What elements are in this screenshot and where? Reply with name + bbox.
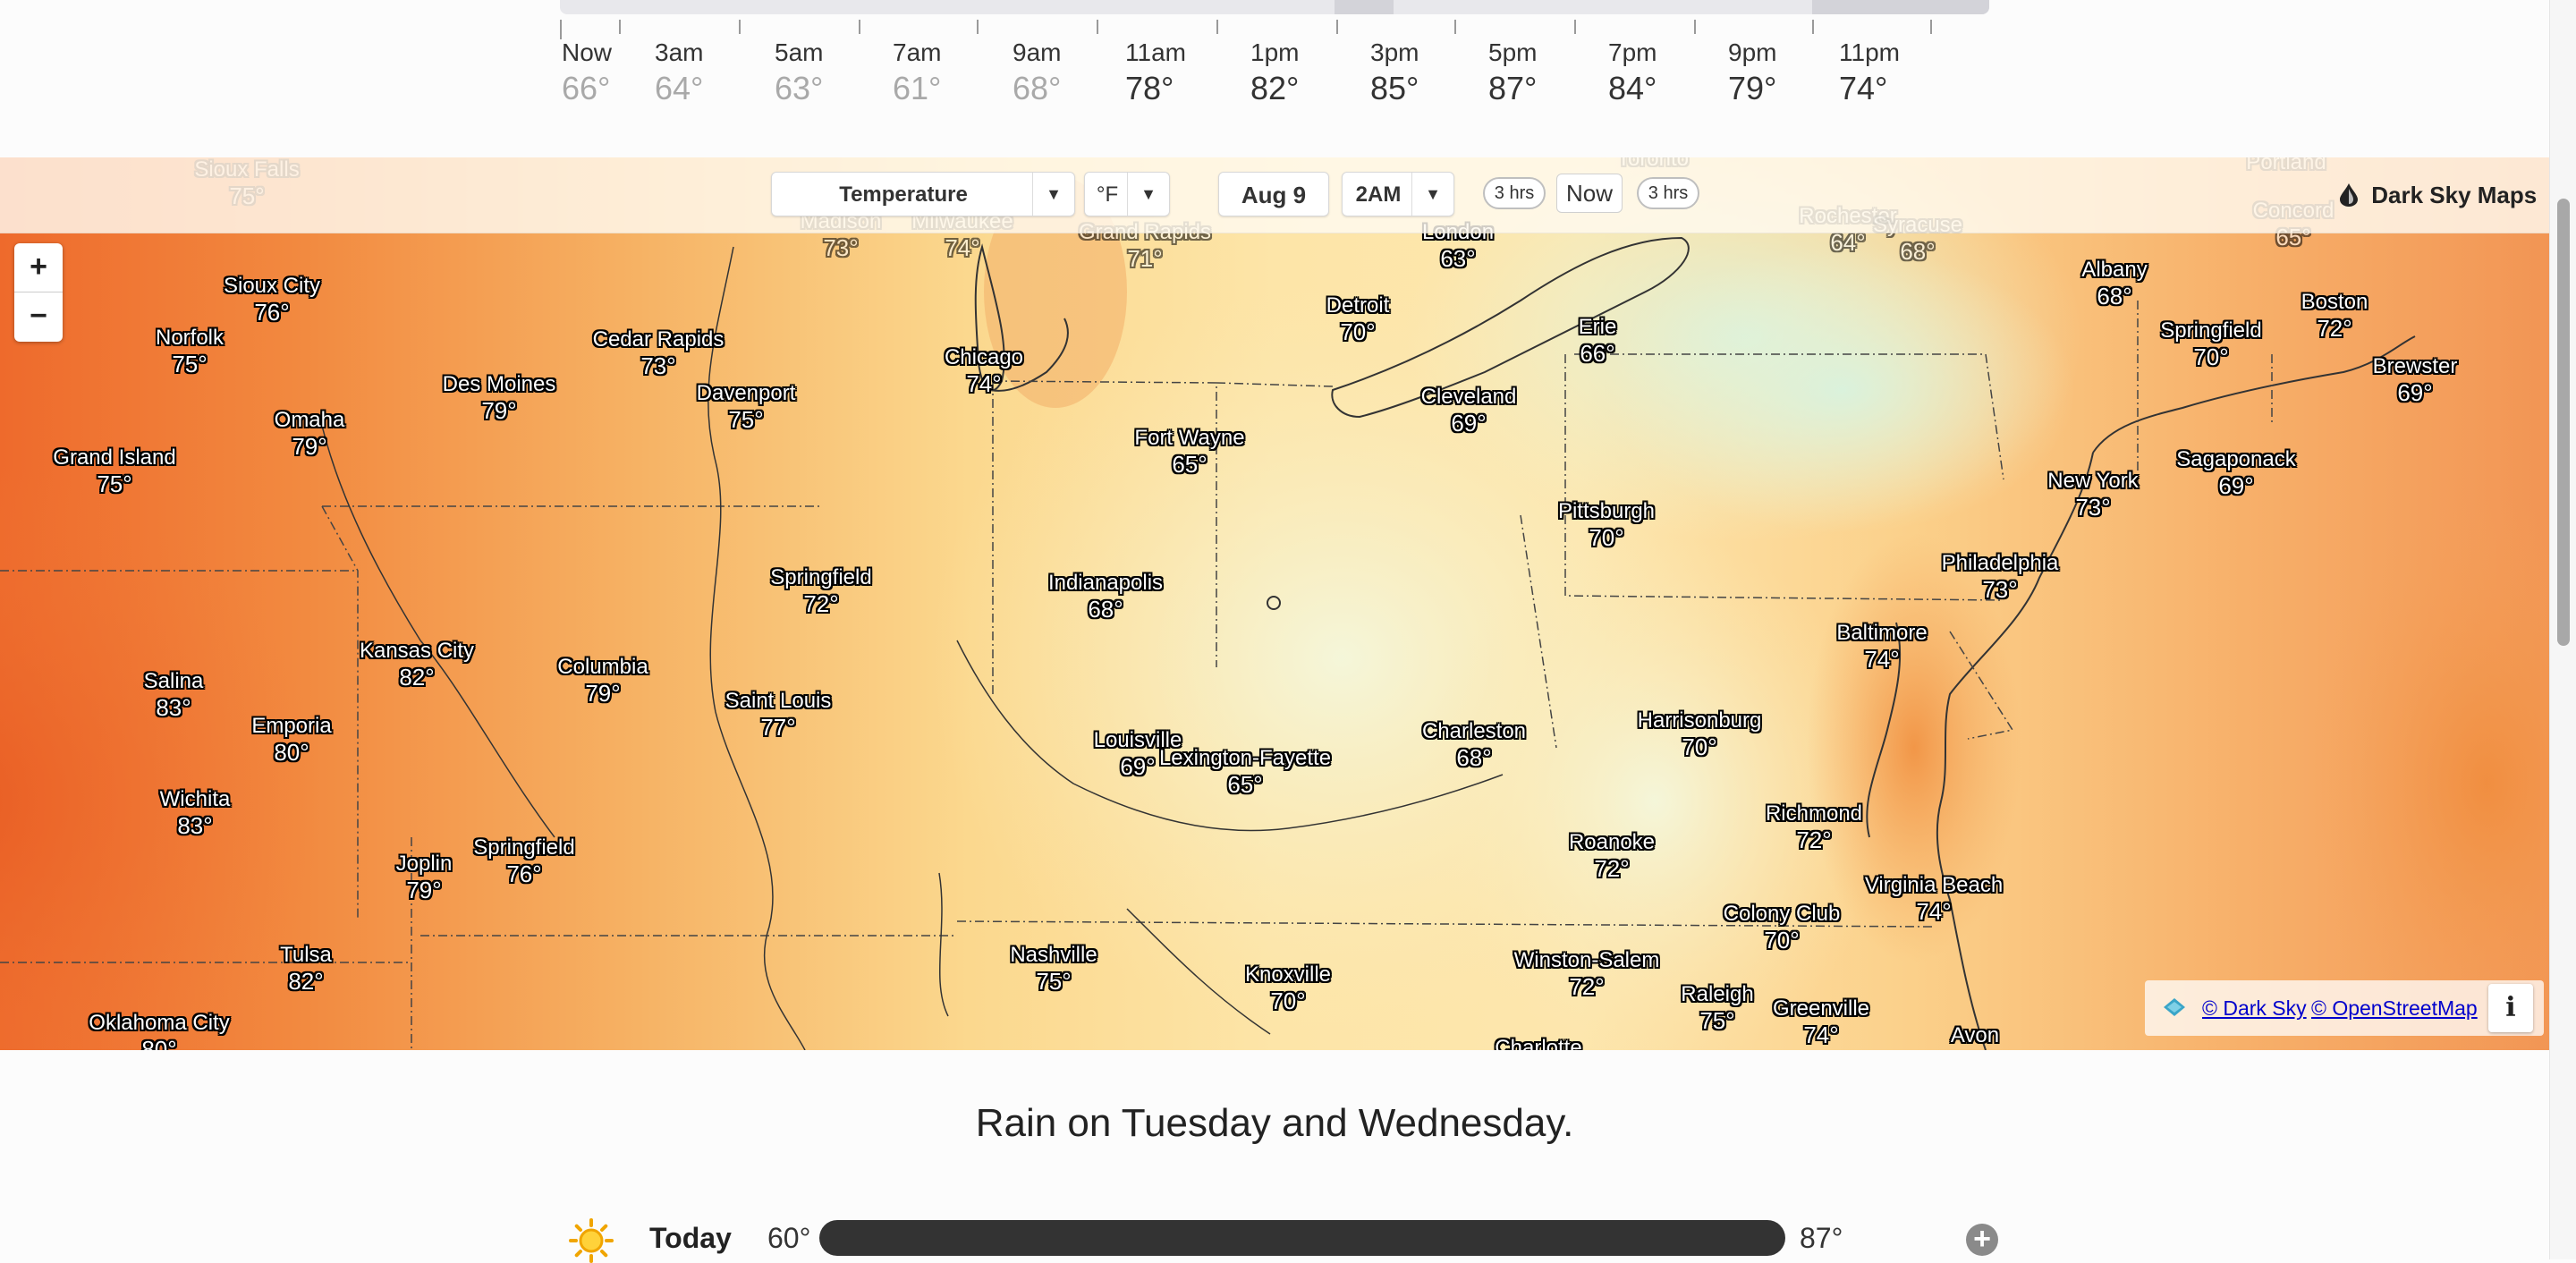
day-high-temp: 87° bbox=[1800, 1222, 1843, 1254]
hour-label: 5am bbox=[775, 38, 824, 66]
temperature-range-bar bbox=[819, 1220, 1785, 1256]
zoom-out-button[interactable]: − bbox=[14, 292, 63, 341]
current-location-marker bbox=[1267, 596, 1281, 610]
hour-label: 11pm bbox=[1839, 38, 1900, 66]
expand-day-button[interactable]: + bbox=[1966, 1224, 1998, 1256]
unit-select-value: °F bbox=[1096, 182, 1119, 207]
hour-label: 9pm bbox=[1728, 38, 1777, 66]
chevron-down-icon: ▼ bbox=[1127, 173, 1169, 216]
timeline-tick bbox=[1336, 20, 1338, 34]
timeline-tick bbox=[1930, 20, 1932, 34]
unit-select[interactable]: °F ▼ bbox=[1084, 172, 1170, 216]
map-info-button[interactable]: i bbox=[2488, 984, 2533, 1032]
timeline-tick bbox=[1812, 20, 1814, 34]
layer-select-value: Temperature bbox=[839, 182, 968, 207]
now-button[interactable]: Now bbox=[1556, 174, 1623, 213]
hour-temperature: 85° bbox=[1370, 70, 1419, 106]
hour-item: 7pm 84° bbox=[1608, 36, 1657, 107]
hour-label: 9am bbox=[1013, 38, 1062, 66]
hour-item: 5am 63° bbox=[775, 36, 823, 107]
hour-temperature: 78° bbox=[1125, 70, 1174, 106]
hour-item: 5pm 87° bbox=[1488, 36, 1537, 107]
timeline-bar-segment bbox=[1812, 0, 1989, 14]
map-attribution: © Dark Sky © OpenStreetMap bbox=[2145, 980, 2544, 1036]
timeline-ticks bbox=[560, 20, 1989, 39]
date-value: Aug 9 bbox=[1241, 182, 1307, 208]
hour-temperature: 87° bbox=[1488, 70, 1538, 106]
hour-item: 3pm 85° bbox=[1370, 36, 1419, 107]
page-scrollbar[interactable] bbox=[2549, 0, 2576, 1259]
timeline-tick bbox=[1454, 20, 1456, 34]
hour-temperature: 61° bbox=[893, 70, 942, 106]
hour-label: 7am bbox=[893, 38, 942, 66]
date-select[interactable]: Aug 9 bbox=[1218, 172, 1329, 216]
raindrop-logo-icon bbox=[2340, 183, 2358, 207]
hour-label: 1pm bbox=[1250, 38, 1300, 66]
daily-forecast-row[interactable]: Today 60° 87° + bbox=[0, 1208, 2549, 1263]
time-select[interactable]: 2AM ▼ bbox=[1342, 172, 1454, 216]
hour-label: 3pm bbox=[1370, 38, 1419, 66]
timeline-tick bbox=[739, 20, 741, 34]
dark-sky-maps-brand[interactable]: Dark Sky Maps bbox=[2340, 175, 2537, 215]
day-low-temp: 60° bbox=[767, 1222, 811, 1254]
sun-icon bbox=[569, 1218, 614, 1263]
hour-temperature: 66° bbox=[562, 70, 611, 106]
hour-temperature: 84° bbox=[1608, 70, 1657, 106]
day-label: Today bbox=[649, 1222, 732, 1254]
timeline-tick bbox=[1216, 20, 1218, 34]
step-back-button[interactable]: 3 hrs bbox=[1483, 177, 1546, 209]
chevron-down-icon: ▼ bbox=[1032, 173, 1074, 216]
plus-icon: + bbox=[1973, 1222, 1991, 1256]
weather-map[interactable]: Sioux Falls75°Madison73°Milwaukee74°Gran… bbox=[0, 157, 2549, 1050]
map-toolbar: Temperature ▼ °F ▼ Aug 9 2AM ▼ 3 hrs Now… bbox=[0, 157, 2549, 233]
timeline-tick bbox=[859, 20, 860, 34]
step-back-label: 3 hrs bbox=[1494, 183, 1535, 203]
hour-temperature: 64° bbox=[655, 70, 704, 106]
hour-temperature: 68° bbox=[1013, 70, 1062, 106]
timeline-tick bbox=[619, 20, 621, 34]
hour-temperature: 82° bbox=[1250, 70, 1300, 106]
hour-temperature: 63° bbox=[775, 70, 824, 106]
layer-select[interactable]: Temperature ▼ bbox=[771, 172, 1075, 216]
hour-temperature: 74° bbox=[1839, 70, 1888, 106]
layers-icon bbox=[2164, 998, 2185, 1016]
weekly-summary: Rain on Tuesday and Wednesday. bbox=[975, 1101, 1574, 1145]
zoom-control: + − bbox=[14, 243, 63, 342]
timeline-bar-segment bbox=[1335, 0, 1394, 14]
openstreetmap-link[interactable]: © OpenStreetMap bbox=[2311, 995, 2478, 1021]
timeline-bar bbox=[560, 0, 1989, 14]
timeline-tick bbox=[977, 20, 979, 34]
hour-temperature: 79° bbox=[1728, 70, 1777, 106]
hour-item: 11am 78° bbox=[1125, 36, 1186, 107]
hour-item: 9pm 79° bbox=[1728, 36, 1776, 107]
step-forward-label: 3 hrs bbox=[1648, 183, 1689, 203]
hour-label: 5pm bbox=[1488, 38, 1538, 66]
hour-label: Now bbox=[562, 38, 613, 66]
brand-label: Dark Sky Maps bbox=[2371, 182, 2538, 208]
step-forward-button[interactable]: 3 hrs bbox=[1637, 177, 1699, 209]
timeline-tick bbox=[1694, 20, 1696, 34]
hour-item: 11pm 74° bbox=[1839, 36, 1900, 107]
hourly-timeline: Now 66° 3am 64° 5am 63° 7am 61° 9am 68° 11am 78° 1pm… bbox=[0, 0, 2576, 157]
hour-item: 3am 64° bbox=[655, 36, 703, 107]
hour-item: Now 66° bbox=[562, 36, 612, 107]
chevron-down-icon: ▼ bbox=[1411, 173, 1453, 216]
hour-label: 3am bbox=[655, 38, 704, 66]
timeline-tick bbox=[1574, 20, 1576, 34]
dark-sky-link[interactable]: © Dark Sky bbox=[2202, 995, 2307, 1021]
time-select-value: 2AM bbox=[1355, 182, 1402, 207]
timeline-tick bbox=[1097, 20, 1098, 34]
hour-item: 9am 68° bbox=[1013, 36, 1061, 107]
scrollbar-thumb[interactable] bbox=[2557, 199, 2570, 646]
zoom-in-button[interactable]: + bbox=[14, 243, 63, 292]
hour-label: 11am bbox=[1125, 38, 1186, 66]
hour-item: 1pm 82° bbox=[1250, 36, 1299, 107]
hour-label: 7pm bbox=[1608, 38, 1657, 66]
hour-item: 7am 61° bbox=[893, 36, 941, 107]
